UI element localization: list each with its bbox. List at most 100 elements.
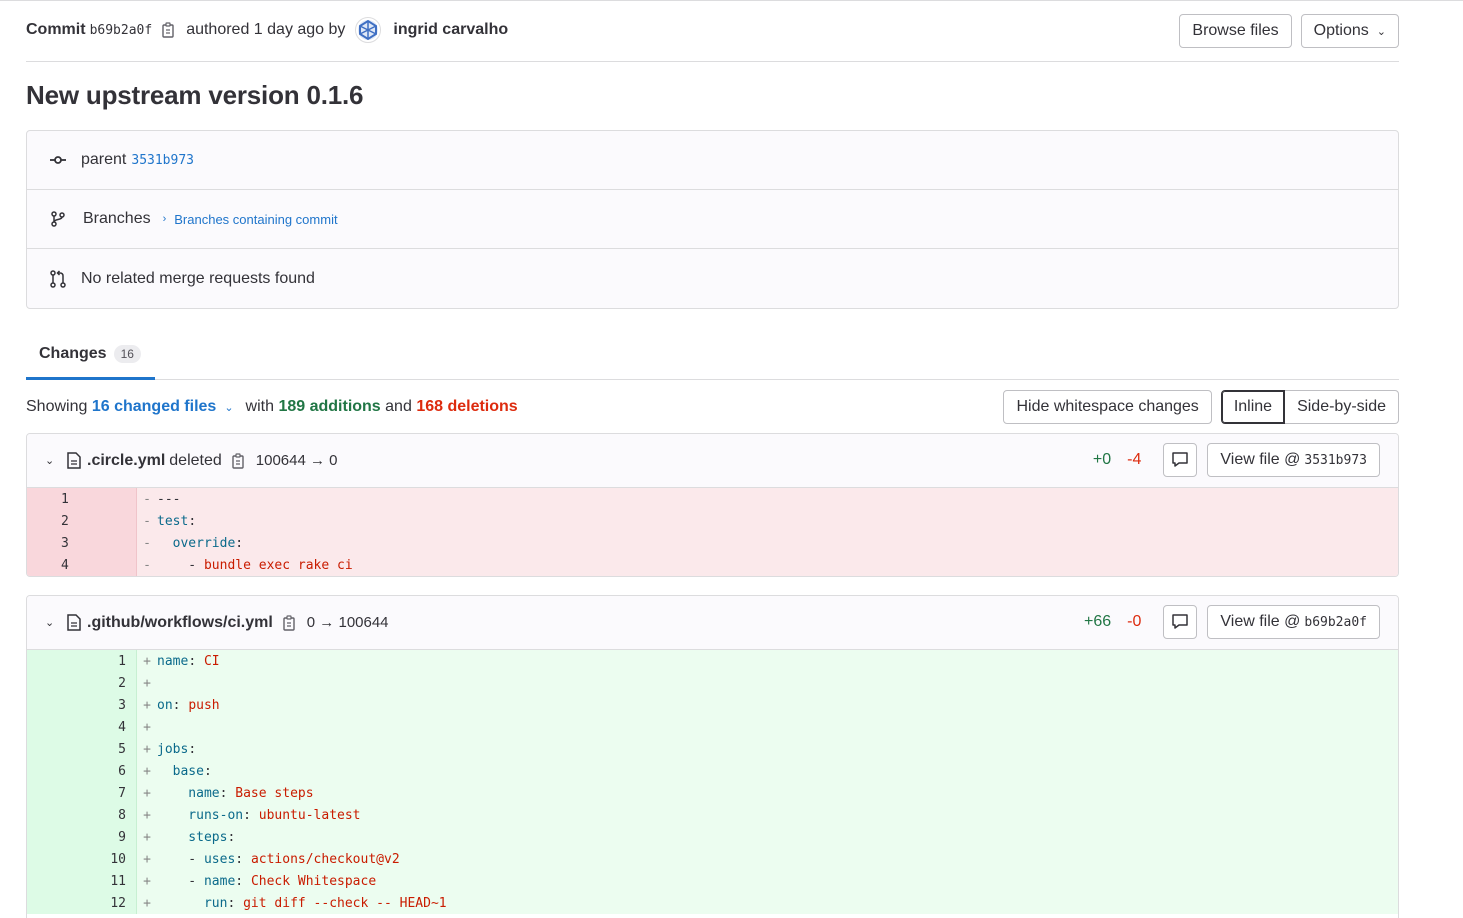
deletions-count: 168 deletions (416, 398, 518, 415)
line-number[interactable]: 4 (27, 554, 137, 576)
and-text: and (385, 398, 412, 415)
tab-changes-label: Changes (39, 344, 107, 362)
code-text: name: CI (157, 654, 220, 669)
commit-sha: b69b2a0f (89, 22, 153, 38)
line-number[interactable]: 1 (27, 650, 137, 672)
diff-sign: + (143, 807, 151, 823)
merge-requests-row: No related merge requests found (27, 249, 1398, 308)
lines-removed: -4 (1127, 451, 1142, 468)
view-file-sha: b69b2a0f (1304, 614, 1367, 630)
collapse-chevron-icon[interactable]: ⌄ (45, 616, 59, 629)
code-token: : (227, 895, 244, 911)
commit-info-box: parent 3531b973 Branches › Branches cont… (26, 130, 1399, 309)
comment-icon[interactable] (1163, 605, 1198, 639)
inline-view-button[interactable]: Inline (1220, 390, 1286, 424)
file-status: deleted (169, 451, 222, 469)
diff-sign: - (143, 557, 151, 573)
code-text: on: push (157, 698, 220, 713)
diff-sign: + (143, 829, 151, 845)
code-text: - uses: actions/checkout@v2 (157, 851, 399, 867)
avatar[interactable] (355, 17, 382, 43)
code-token: : (227, 829, 236, 845)
code-token: : (235, 873, 251, 889)
code-text: override: (157, 536, 243, 551)
view-file-button[interactable]: View file @ b69b2a0f (1207, 605, 1380, 639)
line-number[interactable]: 9 (27, 826, 137, 848)
code-token: : (188, 653, 204, 669)
hide-whitespace-button[interactable]: Hide whitespace changes (1003, 390, 1212, 424)
diff-line: 6 + base: (27, 760, 1398, 782)
diff-stats-bar: Showing 16 changed files ⌄ with 189 addi… (26, 390, 1399, 424)
line-number[interactable]: 3 (27, 694, 137, 716)
diff-sign: + (143, 653, 151, 669)
file-diff: ⌄ .github/workflows/ci.yml 0 → 100644 +6… (26, 595, 1399, 918)
diff-line: 10 + - uses: actions/checkout@v2 (27, 848, 1398, 870)
code-token: push (188, 697, 220, 713)
code-token: : (203, 763, 212, 779)
file-header: ⌄ .circle.yml deleted 100644 → 0 +0 -4 V… (27, 434, 1398, 488)
chevron-down-icon[interactable]: ⌄ (224, 401, 233, 414)
code-text: - name: Check Whitespace (157, 874, 376, 889)
copy-icon[interactable] (232, 452, 246, 469)
commit-icon (49, 151, 67, 169)
branches-containing-link[interactable]: › Branches containing commit (163, 212, 338, 227)
code-text: runs-on: ubuntu-latest (157, 807, 360, 823)
showing-text: Showing (26, 398, 88, 415)
diff-line: 5 + jobs: (27, 738, 1398, 760)
diff-sign: - (143, 535, 151, 551)
author-name[interactable]: ingrid carvalho (393, 21, 508, 39)
file-header: ⌄ .github/workflows/ci.yml 0 → 100644 +6… (27, 596, 1398, 650)
browse-files-button[interactable]: Browse files (1179, 14, 1292, 48)
line-number[interactable]: 2 (27, 510, 137, 532)
code-token: runs-on (157, 807, 244, 823)
code-token: : (188, 513, 197, 529)
code-token: test (157, 513, 189, 529)
changed-files-dropdown[interactable]: 16 changed files (92, 398, 217, 416)
code-token: name (157, 785, 220, 801)
code-token: - (157, 851, 204, 867)
diff-sign: + (143, 851, 151, 867)
code-token: Base steps (235, 785, 314, 801)
collapse-chevron-icon[interactable]: ⌄ (45, 454, 59, 467)
side-by-side-view-button[interactable]: Side-by-side (1285, 390, 1399, 424)
file-icon (67, 452, 81, 469)
diff-line: 12 + run: git diff --check -- HEAD~1 (27, 892, 1398, 914)
code-token: uses (203, 851, 236, 867)
lines-added: +0 (1092, 451, 1112, 468)
line-number[interactable]: 7 (27, 782, 137, 804)
view-mode-toggle: Inline Side-by-side (1220, 390, 1399, 424)
line-number[interactable]: 4 (27, 716, 137, 738)
file-mode-change: 0 → 100644 (306, 614, 389, 631)
line-number[interactable]: 6 (27, 760, 137, 782)
diff-sign: + (143, 697, 151, 713)
file-name[interactable]: .circle.yml (87, 452, 165, 470)
line-number[interactable]: 12 (27, 892, 137, 914)
line-number[interactable]: 8 (27, 804, 137, 826)
diff-sign: + (143, 741, 151, 757)
line-number[interactable]: 3 (27, 532, 137, 554)
options-dropdown[interactable]: Options ⌄ (1300, 14, 1399, 48)
comment-icon[interactable] (1163, 443, 1198, 477)
diff-line: 9 + steps: (27, 826, 1398, 848)
parent-sha-link[interactable]: 3531b973 (131, 153, 194, 168)
line-number[interactable]: 10 (27, 848, 137, 870)
diff-line: 4- - bundle exec rake ci (27, 554, 1398, 576)
view-file-button[interactable]: View file @ 3531b973 (1207, 443, 1380, 477)
diff-tabs: Changes 16 (26, 330, 1399, 380)
diff-sign: + (143, 873, 151, 889)
tab-changes[interactable]: Changes 16 (26, 330, 155, 380)
code-token: name (203, 873, 236, 889)
copy-icon[interactable] (162, 22, 176, 38)
code-token: --- (157, 491, 181, 507)
line-number[interactable]: 11 (27, 870, 137, 892)
line-number[interactable]: 1 (27, 488, 137, 510)
line-number[interactable]: 5 (27, 738, 137, 760)
copy-icon[interactable] (283, 614, 297, 631)
commit-header: Commit b69b2a0f authored 1 day ago by in… (26, 0, 1399, 62)
commit-title: New upstream version 0.1.6 (26, 80, 364, 110)
file-name[interactable]: .github/workflows/ci.yml (87, 614, 273, 632)
lines-added: +66 (1084, 613, 1112, 630)
diff-line: 3 + on: push (27, 694, 1398, 716)
line-number[interactable]: 2 (27, 672, 137, 694)
code-text: run: git diff --check -- HEAD~1 (157, 896, 447, 911)
